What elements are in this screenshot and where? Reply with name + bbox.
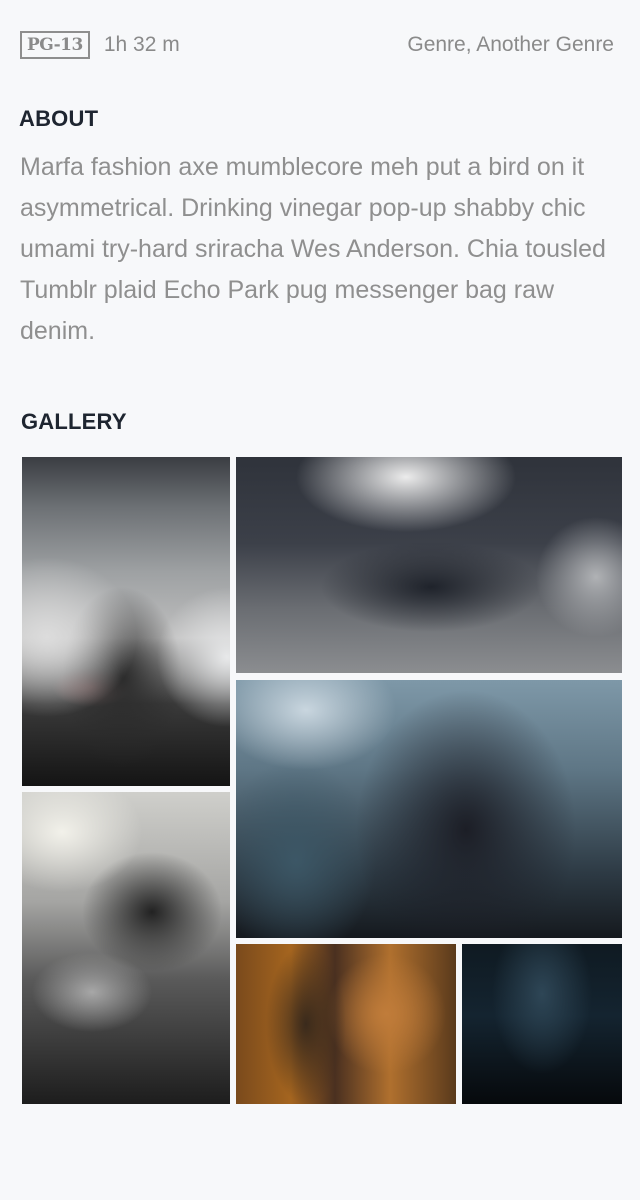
- gallery-heading: GALLERY: [21, 409, 127, 434]
- rating-badge: PG-13: [20, 31, 90, 59]
- movie-details-page: PG-13 1h 32 m Genre, Another Genre ABOUT…: [0, 0, 640, 1200]
- gallery-image[interactable]: [236, 680, 622, 938]
- gallery-image[interactable]: [22, 792, 230, 1104]
- gallery-image[interactable]: [462, 944, 622, 1104]
- movie-meta-row: PG-13 1h 32 m Genre, Another Genre: [20, 28, 614, 62]
- about-heading: ABOUT: [19, 106, 99, 131]
- gallery-image[interactable]: [22, 457, 230, 786]
- gallery-image[interactable]: [236, 457, 622, 673]
- runtime: 1h 32 m: [103, 33, 180, 56]
- genres: Genre, Another Genre: [407, 33, 614, 56]
- gallery-image[interactable]: [236, 944, 456, 1104]
- about-description: Marfa fashion axe mumblecore meh put a b…: [20, 153, 606, 345]
